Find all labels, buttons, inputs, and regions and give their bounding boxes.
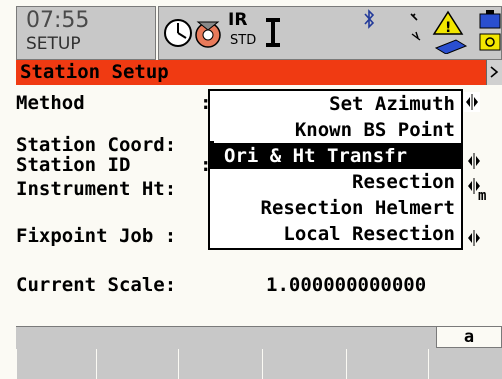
method-option-resection-helmert[interactable]: Resection Helmert [219,195,461,221]
measure-mode-label: IR [228,10,248,30]
method-option-local-resection[interactable]: Local Resection [219,221,461,247]
mode-label: SETUP [26,34,81,54]
current-scale-value: 1.000000000000 [266,274,427,296]
clock-icon [164,19,192,47]
fixpoint-job-label: Fixpoint Job : [16,225,177,247]
chevron-right-icon [490,66,499,78]
softkey-f3[interactable] [178,349,262,379]
softkey-f1[interactable] [16,349,96,379]
method-option-ori-ht-transfr[interactable]: Ori & Ht Transfr [210,143,461,169]
dropdown-scroll-strip [208,89,216,250]
battery-icon [479,10,501,51]
clock-time: 07:55 [26,8,90,33]
method-option-set-azimuth[interactable]: Set Azimuth [219,91,461,117]
current-scale-label: Current Scale: [16,274,177,296]
station-id-list-arrows-icon[interactable] [466,151,482,171]
method-option-resection[interactable]: Resection [219,169,461,195]
instrument-icon [266,18,280,47]
svg-text:!: ! [445,20,451,36]
method-option-known-bs-point[interactable]: Known BS Point [219,117,461,143]
station-ht-list-arrows-icon[interactable] [466,176,482,196]
page-title: Station Setup [20,61,169,83]
softkey-strip [16,326,502,349]
measure-mode-sub: STD [230,33,257,48]
softkey-f6[interactable] [428,349,502,379]
signal-icon [410,13,421,41]
method-label: Method [16,92,85,114]
method-list-arrows-icon[interactable] [464,92,480,112]
target-prism-icon [195,21,221,48]
softkey-f5[interactable] [346,349,428,379]
softkey-f2[interactable] [96,349,178,379]
softkey-level-label: a [463,327,475,347]
page-scroll-button[interactable] [486,60,502,85]
warning-icon: ! [432,10,468,54]
softkey-f4[interactable] [262,349,346,379]
fixpoint-job-list-arrows-icon[interactable] [466,228,482,248]
bluetooth-icon [364,9,375,29]
station-id-label: Station ID [16,154,131,176]
method-dropdown-list[interactable]: Set Azimuth Known BS Point Ori & Ht Tran… [208,89,463,250]
instrument-ht-label: Instrument Ht: [16,178,177,200]
